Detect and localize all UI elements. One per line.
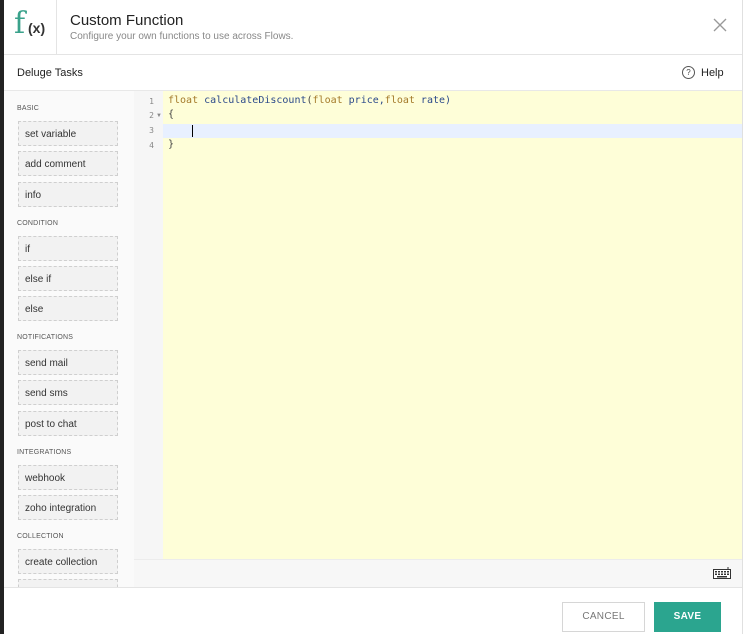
close-icon[interactable] xyxy=(712,17,728,33)
task-add-comment[interactable]: add comment xyxy=(18,151,118,176)
task-set-variable[interactable]: set variable xyxy=(18,121,118,146)
dialog-footer: CANCEL SAVE xyxy=(4,587,743,635)
code-function-name: calculateDiscount xyxy=(204,95,307,106)
task-send-mail[interactable]: send mail xyxy=(18,350,118,375)
section-label-integrations: INTEGRATIONS xyxy=(17,449,72,456)
task-next-partial[interactable] xyxy=(18,579,118,587)
task-post-to-chat[interactable]: post to chat xyxy=(18,411,118,436)
section-label-notifications: NOTIFICATIONS xyxy=(17,334,74,341)
dialog-title: Custom Function xyxy=(70,12,184,29)
help-link[interactable]: ? Help xyxy=(682,66,724,79)
line-gutter: 1 2 ▼ 3 4 xyxy=(134,91,163,559)
code-editor[interactable]: 1 2 ▼ 3 4 float calculateDiscount(float … xyxy=(134,91,743,559)
deluge-tasks-title: Deluge Tasks xyxy=(17,67,83,79)
text-caret xyxy=(192,125,193,137)
code-param: price, xyxy=(342,95,385,106)
save-button[interactable]: SAVE xyxy=(654,602,721,632)
section-label-collection: COLLECTION xyxy=(17,533,64,540)
task-info[interactable]: info xyxy=(18,182,118,207)
code-param: rate) xyxy=(414,95,452,106)
help-icon: ? xyxy=(682,66,695,79)
task-create-collection[interactable]: create collection xyxy=(18,549,118,574)
task-if[interactable]: if xyxy=(18,236,118,261)
editor-toolbar xyxy=(134,559,743,588)
function-logo: f (x) xyxy=(4,0,57,54)
section-label-basic: BASIC xyxy=(17,105,40,112)
help-label: Help xyxy=(701,66,724,79)
section-label-condition: CONDITION xyxy=(17,220,59,227)
task-zoho-integration[interactable]: zoho integration xyxy=(18,495,118,520)
code-keyword: float xyxy=(312,95,343,106)
task-webhook[interactable]: webhook xyxy=(18,465,118,490)
custom-function-dialog: f (x) Custom Function Configure your own… xyxy=(0,0,743,635)
logo-f-glyph: f xyxy=(14,6,26,41)
code-keyword: float xyxy=(384,95,415,106)
task-else-if[interactable]: else if xyxy=(18,266,118,291)
line-number: 3 xyxy=(149,126,154,135)
task-else[interactable]: else xyxy=(18,296,118,321)
deluge-task-sidebar[interactable]: BASIC set variable add comment info COND… xyxy=(4,91,134,587)
task-send-sms[interactable]: send sms xyxy=(18,380,118,405)
keyboard-icon[interactable] xyxy=(713,567,731,579)
logo-x-glyph: (x) xyxy=(28,20,46,36)
code-keyword: float xyxy=(168,95,199,106)
line-number: 4 xyxy=(149,141,154,150)
line-number: 1 xyxy=(149,97,154,106)
cancel-button[interactable]: CANCEL xyxy=(562,602,645,632)
fold-arrow-icon[interactable]: ▼ xyxy=(156,113,162,119)
dialog-subtitle: Configure your own functions to use acro… xyxy=(70,31,294,42)
dialog-header: f (x) Custom Function Configure your own… xyxy=(4,0,743,55)
active-line-highlight xyxy=(163,124,743,138)
deluge-tasks-bar: Deluge Tasks ? Help xyxy=(4,55,743,91)
code-line-1: float calculateDiscount(float price,floa… xyxy=(168,95,451,106)
code-line-4: } xyxy=(168,139,175,150)
code-line-2: { xyxy=(168,109,175,120)
line-number: 2 xyxy=(149,111,154,120)
